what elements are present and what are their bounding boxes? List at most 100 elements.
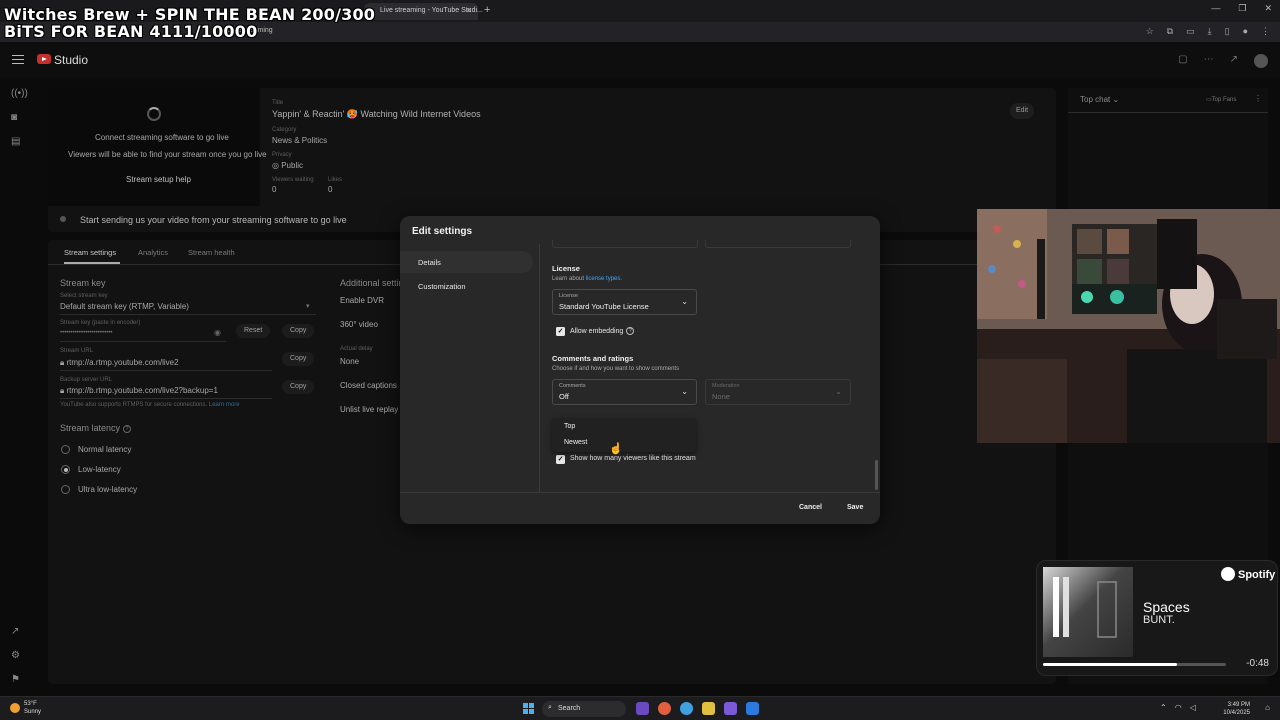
- song-title: Spaces: [1143, 599, 1190, 615]
- cast-icon[interactable]: ▭: [1186, 26, 1195, 37]
- dropdown-option-top[interactable]: Top: [564, 423, 575, 430]
- profile-icon[interactable]: ●: [1243, 26, 1248, 37]
- weather-temp: 53°F: [24, 701, 37, 707]
- taskbar-app-icon[interactable]: [658, 702, 671, 715]
- file-explorer-icon[interactable]: [702, 702, 715, 715]
- tab-stream-settings[interactable]: Stream settings: [64, 248, 116, 257]
- chevron-up-icon[interactable]: ⌃: [1160, 703, 1167, 712]
- save-button[interactable]: Save: [840, 500, 870, 516]
- comments-heading: Comments and ratings: [552, 354, 634, 363]
- weather-condition: Sunny: [24, 709, 42, 715]
- volume-icon[interactable]: ◁: [1190, 703, 1196, 712]
- youtube-logo-icon[interactable]: [37, 54, 51, 64]
- chrome-icon[interactable]: [680, 702, 693, 715]
- backup-url-value[interactable]: 🔒︎ rtmp://b.rtmp.youtube.com/live2?backu…: [60, 386, 218, 396]
- comments-select-value: Off: [559, 392, 569, 401]
- tab-stream-health[interactable]: Stream health: [188, 248, 235, 257]
- hide-eye-icon[interactable]: ◉: [214, 328, 221, 337]
- enable-dvr-label[interactable]: Enable DVR: [340, 296, 384, 305]
- browser-tab-live-streaming[interactable]: Live streaming - YouTube Studi... ✕: [364, 3, 483, 20]
- studio-logo-text[interactable]: Studio: [54, 53, 88, 67]
- camera-icon[interactable]: ◙: [11, 112, 17, 123]
- weather-widget[interactable]: 53°F Sunny: [10, 700, 41, 716]
- feedback-icon[interactable]: ↗: [11, 626, 19, 637]
- license-heading: License: [552, 264, 580, 273]
- hamburger-menu-icon[interactable]: [12, 55, 24, 64]
- top-chat-select[interactable]: Top chat ⌄: [1080, 95, 1119, 104]
- license-select-value: Standard YouTube License: [559, 302, 649, 311]
- close-window-icon[interactable]: ✕: [1264, 3, 1272, 14]
- closed-captions-label[interactable]: Closed captions: [340, 381, 397, 390]
- allow-embedding-checkbox[interactable]: ✓: [556, 327, 565, 336]
- video-360-label[interactable]: 360° video: [340, 320, 378, 329]
- stream-key-select[interactable]: Default stream key (RTMP, Variable): [60, 302, 189, 311]
- comments-select[interactable]: Comments Off ⌄: [552, 379, 697, 405]
- delay-value[interactable]: None: [340, 357, 359, 366]
- help-icon[interactable]: ?: [123, 424, 132, 433]
- bookmark-star-icon[interactable]: ☆: [1146, 26, 1154, 37]
- learn-more-link[interactable]: Learn more: [209, 402, 240, 408]
- nav-details[interactable]: Details: [400, 251, 533, 273]
- extensions-icon[interactable]: ⧉: [1167, 26, 1173, 37]
- copy-backup-button[interactable]: Copy: [282, 380, 315, 394]
- chevron-down-icon: ⌄: [681, 297, 688, 306]
- sort-dropdown-menu: Top Newest: [552, 418, 696, 452]
- chevron-down-icon: ⌄: [835, 387, 842, 396]
- stream-setup-help-link[interactable]: Stream setup help: [126, 175, 191, 184]
- minimize-icon[interactable]: —: [1211, 3, 1220, 14]
- title-label: Title: [272, 100, 284, 106]
- maximize-icon[interactable]: ❐: [1238, 3, 1246, 14]
- new-tab-icon[interactable]: +: [484, 4, 490, 16]
- moderation-select[interactable]: Moderation None ⌄: [705, 379, 851, 405]
- tab-analytics[interactable]: Analytics: [138, 248, 168, 257]
- close-tab-icon[interactable]: ✕: [465, 6, 472, 15]
- viewers-waiting-value: 0: [272, 185, 277, 194]
- low-latency-radio[interactable]: [61, 465, 70, 474]
- webcam-overlay: [977, 209, 1280, 443]
- top-fans-button[interactable]: ▭Top Fans: [1206, 96, 1236, 103]
- chevron-down-icon: ⌄: [681, 387, 688, 396]
- reset-button[interactable]: Reset: [236, 324, 271, 338]
- copy-key-button[interactable]: Copy: [282, 324, 315, 338]
- help-icon[interactable]: ?: [626, 327, 635, 335]
- more-icon[interactable]: ⋯: [1204, 54, 1214, 68]
- normal-latency-radio[interactable]: [61, 445, 70, 454]
- sidebar-icon[interactable]: ▯: [1225, 26, 1230, 37]
- copy-url-button[interactable]: Copy: [282, 352, 315, 366]
- dialog-scrollbar[interactable]: [875, 460, 878, 490]
- unlist-replay-label[interactable]: Unlist live replay: [340, 405, 398, 414]
- spotify-brand: Spotify: [1221, 567, 1275, 582]
- manage-icon[interactable]: ▤: [11, 136, 20, 147]
- dropdown-option-newest[interactable]: Newest: [564, 439, 587, 446]
- windows-start-icon[interactable]: [523, 703, 534, 714]
- popout-icon[interactable]: ▢: [1178, 54, 1187, 68]
- license-types-link[interactable]: license types.: [586, 276, 622, 282]
- settings-gear-icon[interactable]: ⚙: [11, 650, 20, 661]
- menu-dots-icon[interactable]: ⋮: [1261, 26, 1270, 37]
- share-icon[interactable]: ↗: [1230, 54, 1238, 68]
- stream-key-value[interactable]: •••••••••••••••••••••••••: [60, 330, 113, 336]
- time-remaining: -0:48: [1246, 658, 1269, 669]
- cancel-button[interactable]: Cancel: [792, 500, 829, 516]
- taskbar-search[interactable]: ⌕ Search: [542, 701, 626, 717]
- clock[interactable]: 3:49 PM 10/4/2025: [1223, 701, 1250, 717]
- download-icon[interactable]: ⤓: [1208, 26, 1212, 37]
- feedback-flag-icon[interactable]: ⚑: [11, 674, 20, 685]
- outlook-icon[interactable]: [746, 702, 759, 715]
- license-select[interactable]: License Standard YouTube License ⌄: [552, 289, 697, 315]
- live-icon[interactable]: ((•)): [11, 88, 28, 99]
- taskbar-app-icon[interactable]: [724, 702, 737, 715]
- wifi-icon[interactable]: ◠: [1175, 703, 1182, 712]
- edit-button[interactable]: Edit: [1010, 103, 1034, 119]
- show-viewers-checkbox[interactable]: ✓: [556, 455, 565, 464]
- chat-more-icon[interactable]: ⋮: [1254, 94, 1262, 103]
- avatar[interactable]: [1254, 54, 1268, 68]
- nav-customization[interactable]: Customization: [400, 275, 533, 297]
- notification-bell-icon[interactable]: ⌂: [1265, 703, 1270, 712]
- stream-url-value[interactable]: 🔒︎ rtmp://a.rtmp.youtube.com/live2: [60, 358, 179, 368]
- taskbar-app-icon[interactable]: [636, 702, 649, 715]
- dialog-footer-divider: [400, 492, 880, 493]
- chevron-down-icon: ⌄: [1112, 95, 1120, 104]
- likes-value: 0: [328, 185, 333, 194]
- ultra-low-latency-radio[interactable]: [61, 485, 70, 494]
